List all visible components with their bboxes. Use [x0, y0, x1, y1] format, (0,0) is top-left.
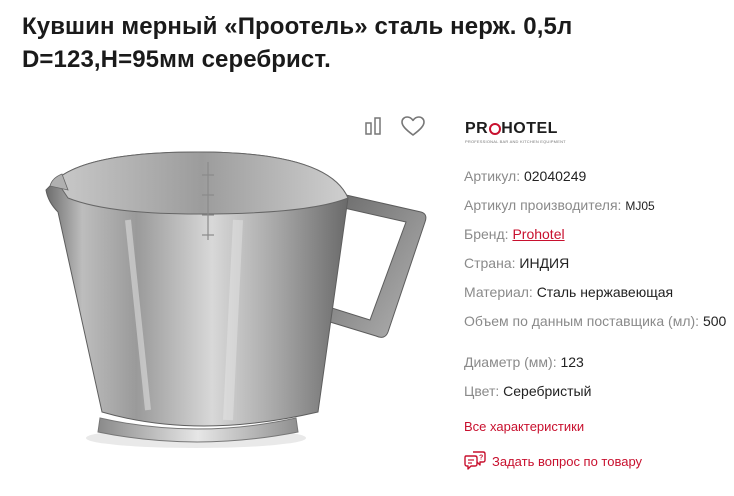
- ask-question-link[interactable]: ? Задать вопрос по товару: [464, 450, 642, 473]
- spec-article: Артикул: 02040249: [464, 168, 586, 184]
- brand-logo-text-end: HOTEL: [501, 120, 558, 137]
- spec-maker-article: Артикул производителя: MJ05: [464, 197, 655, 213]
- spec-value: 500: [702, 313, 727, 329]
- spec-material: Материал: Сталь нержавеющая: [464, 284, 673, 300]
- svg-text:?: ?: [479, 455, 483, 462]
- spec-label: Артикул:: [464, 168, 521, 184]
- spec-label: Материал:: [464, 284, 533, 300]
- spec-label: Цвет:: [464, 383, 500, 399]
- spec-country: Страна: ИНДИЯ: [464, 255, 569, 271]
- brand-logo-ring-icon: [488, 123, 501, 135]
- spec-brand: Бренд: Prohotel: [464, 226, 565, 242]
- spec-value: Сталь нержавеющая: [536, 284, 674, 300]
- spec-value: MJ05: [625, 199, 655, 213]
- spec-value: 02040249: [523, 168, 587, 184]
- spec-diameter: Диаметр (мм): 123: [464, 354, 584, 370]
- ask-question-label: Задать вопрос по товару: [492, 454, 643, 469]
- spec-label: Бренд:: [464, 226, 509, 242]
- spec-color: Цвет: Серебристый: [464, 383, 591, 399]
- brand-link[interactable]: Prohotel: [512, 226, 564, 242]
- spec-value: 123: [560, 354, 584, 370]
- heart-icon[interactable]: [400, 114, 426, 138]
- compare-icon[interactable]: [362, 114, 388, 138]
- brand-logo-tagline: PROFESSIONAL BAR AND KITCHEN EQUIPMENT: [465, 139, 566, 144]
- brand-logo: PR HOTEL PROFESSIONAL BAR AND KITCHEN EQ…: [465, 120, 585, 146]
- spec-label: Диаметр (мм):: [464, 354, 557, 370]
- spec-label: Артикул производителя:: [464, 197, 622, 213]
- brand-logo-text-start: PR: [465, 120, 489, 137]
- spec-label: Объем по данным поставщика (мл):: [464, 313, 700, 329]
- spec-value: ИНДИЯ: [519, 255, 570, 271]
- product-actions: [362, 114, 426, 138]
- spec-label: Страна:: [464, 255, 516, 271]
- all-characteristics-link[interactable]: Все характеристики: [464, 419, 584, 434]
- product-title: Кувшин мерный «Проотель» сталь нерж. 0,5…: [22, 13, 573, 73]
- product-image[interactable]: [28, 140, 448, 455]
- spec-volume: Объем по данным поставщика (мл): 500: [464, 313, 734, 330]
- chat-question-icon: ?: [464, 450, 486, 473]
- spec-value: Серебристый: [503, 383, 592, 399]
